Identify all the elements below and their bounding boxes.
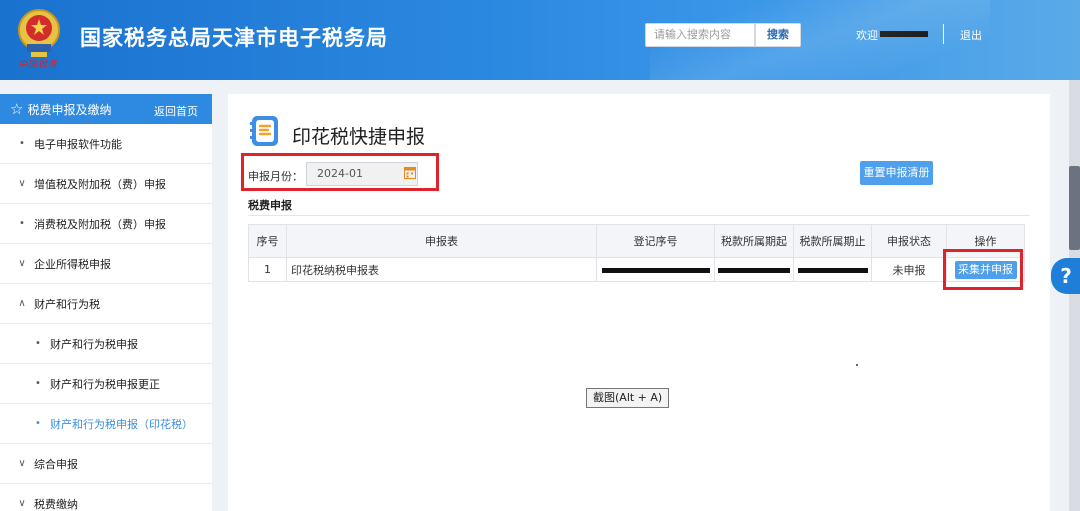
col-header-status: 申报状态: [871, 224, 947, 258]
sidebar-item-corporate-income-tax[interactable]: ∨ 企业所得税申报: [0, 244, 212, 284]
sidebar-item-label: 财产和行为税申报（印花税）: [50, 417, 193, 431]
site-title: 国家税务总局天津市电子税务局: [80, 26, 388, 50]
table-header-row: 序号 申报表 登记序号 税款所属期起 税款所属期止 申报状态 操作: [248, 224, 1025, 258]
redacted-username: [880, 31, 928, 37]
sidebar-item-comprehensive[interactable]: ∨ 综合申报: [0, 444, 212, 484]
sidebar-item-label: 增值税及附加税（费）申报: [34, 177, 166, 191]
redacted-reg-no: [601, 267, 710, 273]
redacted-period-start: [718, 267, 790, 273]
sidebar: ☆ 税费申报及缴纳 返回首页 • 电子申报软件功能 ∨ 增值税及附加税（费）申报…: [0, 94, 212, 511]
back-home-link[interactable]: 返回首页: [154, 103, 198, 119]
sidebar-item-software[interactable]: • 电子申报软件功能: [0, 124, 212, 164]
sidebar-item-consumption-tax[interactable]: • 消费税及附加税（费）申报: [0, 204, 212, 244]
sidebar-item-vat[interactable]: ∨ 增值税及附加税（费）申报: [0, 164, 212, 204]
help-icon[interactable]: ?: [1051, 258, 1080, 294]
redacted-period-end: [797, 267, 868, 273]
sidebar-item-label: 税费缴纳: [34, 497, 78, 511]
form-document-icon: [250, 116, 278, 146]
main-panel: 印花税快捷申报 申报月份： 2024-01 重置申报清册 税费申报 序号 申报表…: [228, 94, 1050, 511]
bullet-icon: •: [35, 418, 41, 429]
stray-dot: [856, 364, 858, 366]
section-divider: [248, 215, 1030, 216]
sidebar-item-label: 企业所得税申报: [34, 257, 111, 271]
sidebar-item-label: 财产和行为税申报更正: [50, 377, 160, 391]
highlight-box-action: [943, 249, 1023, 290]
table-row: 1 印花税纳税申报表 未申报 采集并申报: [248, 257, 1025, 282]
page-scrollbar[interactable]: [1069, 80, 1080, 511]
search-button[interactable]: 搜索: [755, 23, 801, 47]
cell-status: 未申报: [871, 257, 947, 282]
page-title: 印花税快捷申报: [292, 126, 426, 148]
screenshot-tooltip: 截图(Alt + A): [586, 388, 670, 408]
sidebar-item-payment[interactable]: ∨ 税费缴纳: [0, 484, 212, 511]
chevron-up-icon: ∧: [18, 298, 26, 309]
col-header-reg-no: 登记序号: [596, 224, 715, 258]
sidebar-item-property-behavior-tax[interactable]: ∧ 财产和行为税: [0, 284, 212, 324]
cell-form-name: 印花税纳税申报表: [286, 257, 597, 282]
chevron-down-icon: ∨: [18, 498, 26, 509]
chevron-down-icon: ∨: [18, 458, 26, 469]
cell-reg-no: [596, 257, 715, 282]
star-icon: ☆: [10, 100, 24, 118]
sidebar-item-stamp-tax[interactable]: • 财产和行为税申报（印花税）: [0, 404, 212, 444]
sidebar-item-label: 财产和行为税: [34, 297, 100, 311]
col-header-period-start: 税款所属期起: [714, 224, 794, 258]
sidebar-item-property-tax-filing[interactable]: • 财产和行为税申报: [0, 324, 212, 364]
search-input[interactable]: 请输入搜索内容: [645, 23, 755, 47]
reset-filing-list-button[interactable]: 重置申报清册: [860, 161, 933, 185]
chevron-down-icon: ∨: [18, 178, 26, 189]
bullet-icon: •: [35, 378, 41, 389]
chevron-down-icon: ∨: [18, 258, 26, 269]
col-header-form: 申报表: [286, 224, 597, 258]
top-header: 中国税务 国家税务总局天津市电子税务局 请输入搜索内容 搜索 欢迎 退出: [0, 0, 1080, 80]
tax-emblem-icon: [18, 9, 60, 57]
highlight-box-month: [241, 153, 439, 191]
section-title: 税费申报: [248, 199, 292, 212]
emblem-caption: 中国税务: [18, 60, 59, 70]
sidebar-title: 税费申报及缴纳: [27, 102, 112, 117]
bullet-icon: •: [19, 138, 25, 149]
col-header-period-end: 税款所属期止: [793, 224, 872, 258]
sidebar-item-label: 综合申报: [34, 457, 78, 471]
sidebar-item-label: 财产和行为税申报: [50, 337, 138, 351]
scrollbar-thumb[interactable]: [1069, 166, 1080, 250]
cell-period-end: [793, 257, 872, 282]
cell-index: 1: [248, 257, 287, 282]
sidebar-item-label: 消费税及附加税（费）申报: [34, 217, 166, 231]
col-header-index: 序号: [248, 224, 287, 258]
welcome-text: 欢迎: [856, 29, 878, 42]
sidebar-item-property-tax-correction[interactable]: • 财产和行为税申报更正: [0, 364, 212, 404]
header-divider: [943, 24, 944, 44]
cell-period-start: [714, 257, 794, 282]
logout-link[interactable]: 退出: [960, 27, 982, 43]
bullet-icon: •: [19, 218, 25, 229]
filing-table: 序号 申报表 登记序号 税款所属期起 税款所属期止 申报状态 操作 1 印花税纳…: [248, 224, 1025, 282]
sidebar-item-label: 电子申报软件功能: [34, 137, 122, 151]
sidebar-header: ☆ 税费申报及缴纳 返回首页: [0, 94, 212, 124]
bullet-icon: •: [35, 338, 41, 349]
